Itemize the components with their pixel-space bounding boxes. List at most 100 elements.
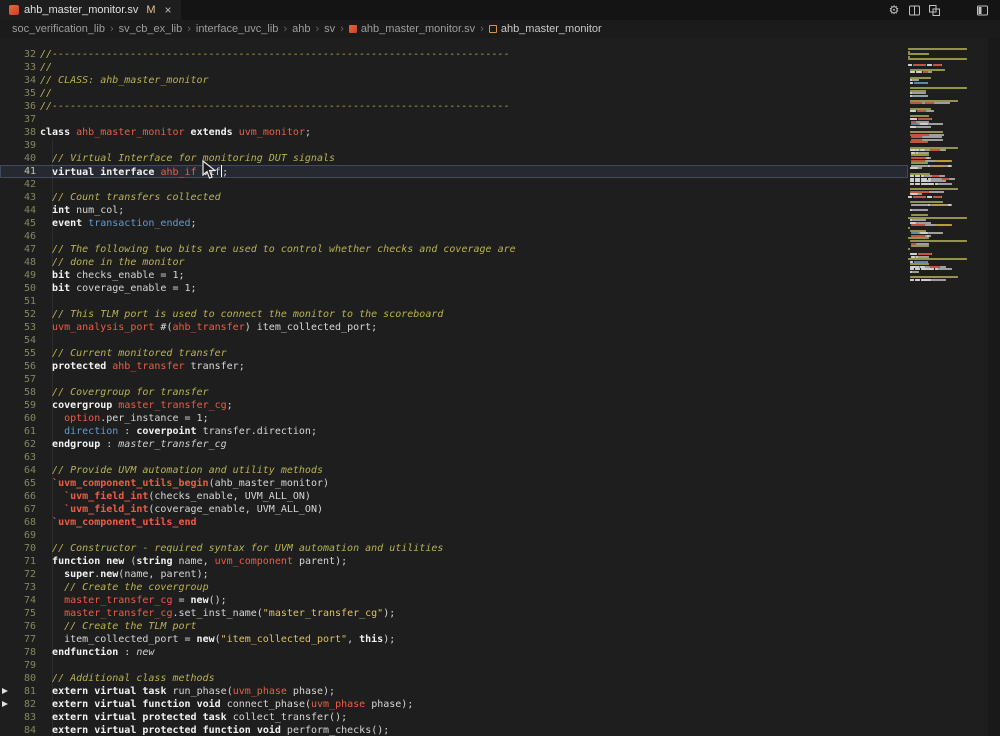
code-line[interactable]: 70 // Constructor - required syntax for … [0,542,908,555]
code-line[interactable]: 33// [0,61,908,74]
line-number[interactable]: 76 [0,620,36,633]
line-number[interactable]: 41 [0,165,36,178]
line-number[interactable]: 57 [0,373,36,386]
line-number[interactable]: 65 [0,477,36,490]
line-number[interactable]: 40 [0,152,36,165]
customize-layout-icon[interactable] [972,0,992,20]
code-line[interactable]: 78 endfunction : new [0,646,908,659]
line-number[interactable]: 84 [0,724,36,736]
code-line[interactable]: 71 function new (string name, uvm_compon… [0,555,908,568]
line-number[interactable]: 59 [0,399,36,412]
code-line[interactable]: 43 // Count transfers collected [0,191,908,204]
line-number[interactable]: 44 [0,204,36,217]
breadcrumb-item-ahb[interactable]: ahb [290,23,312,35]
code-line[interactable]: 84 extern virtual protected function voi… [0,724,908,736]
code-line[interactable]: 59 covergroup master_transfer_cg; [0,399,908,412]
line-number[interactable]: 53 [0,321,36,334]
code-line[interactable]: 83 extern virtual protected task collect… [0,711,908,724]
line-number[interactable]: 48 [0,256,36,269]
code-line[interactable]: 47 // The following two bits are used to… [0,243,908,256]
line-number[interactable]: 46 [0,230,36,243]
line-number[interactable]: 49 [0,269,36,282]
code-area[interactable]: 32//------------------------------------… [0,38,908,736]
tab-ahb-master-monitor[interactable]: ahb_master_monitor.sv M × [0,0,181,20]
code-line[interactable]: 65 `uvm_component_utils_begin(ahb_master… [0,477,908,490]
code-line[interactable]: 82 extern virtual function void connect_… [0,698,908,711]
code-line[interactable]: 79 [0,659,908,672]
code-line[interactable]: 40 // Virtual Interface for monitoring D… [0,152,908,165]
editor-pane[interactable]: 32//------------------------------------… [0,38,1000,736]
line-number[interactable]: 81 [0,685,36,698]
line-number[interactable]: 74 [0,594,36,607]
code-line[interactable]: 81 extern virtual task run_phase(uvm_pha… [0,685,908,698]
code-line[interactable]: 76 // Create the TLM port [0,620,908,633]
line-number[interactable]: 82 [0,698,36,711]
line-number[interactable]: 60 [0,412,36,425]
line-number[interactable]: 54 [0,334,36,347]
code-line[interactable]: 44 int num_col; [0,204,908,217]
code-line[interactable]: 72 super.new(name, parent); [0,568,908,581]
split-editor-icon[interactable] [904,0,924,20]
vertical-scrollbar[interactable] [988,38,1000,736]
settings-gear-icon[interactable]: ⚙ [884,0,904,20]
minimap[interactable] [908,48,986,281]
code-line[interactable]: 61 direction : coverpoint transfer.direc… [0,425,908,438]
breadcrumb-item-soc-verification-lib[interactable]: soc_verification_lib [10,23,107,35]
line-number[interactable]: 68 [0,516,36,529]
code-line[interactable]: 37 [0,113,908,126]
line-number[interactable]: 83 [0,711,36,724]
code-line[interactable]: 34// CLASS: ahb_master_monitor [0,74,908,87]
breadcrumb-item-interface-uvc-lib[interactable]: interface_uvc_lib [194,23,281,35]
code-line[interactable]: 38class ahb_master_monitor extends uvm_m… [0,126,908,139]
code-line[interactable]: 32//------------------------------------… [0,48,908,61]
code-line[interactable]: 53 uvm_analysis_port #(ahb_transfer) ite… [0,321,908,334]
line-number[interactable]: 43 [0,191,36,204]
code-line[interactable]: 50 bit coverage_enable = 1; [0,282,908,295]
line-number[interactable]: 37 [0,113,36,126]
line-number[interactable]: 72 [0,568,36,581]
line-number[interactable]: 56 [0,360,36,373]
line-number[interactable]: 38 [0,126,36,139]
line-number[interactable]: 33 [0,61,36,74]
code-line[interactable]: 51 [0,295,908,308]
line-number[interactable]: 64 [0,464,36,477]
line-number[interactable]: 75 [0,607,36,620]
code-line[interactable]: 49 bit checks_enable = 1; [0,269,908,282]
code-line[interactable]: 58 // Covergroup for transfer [0,386,908,399]
code-line[interactable]: 42 [0,178,908,191]
code-line[interactable]: 46 [0,230,908,243]
line-number[interactable]: 36 [0,100,36,113]
line-number[interactable]: 63 [0,451,36,464]
line-number[interactable]: 35 [0,87,36,100]
code-line[interactable]: 73 // Create the covergroup [0,581,908,594]
breadcrumb-item-sv-cb-ex-lib[interactable]: sv_cb_ex_lib [117,23,185,35]
code-line[interactable]: 75 master_transfer_cg.set_inst_name("mas… [0,607,908,620]
line-number[interactable]: 73 [0,581,36,594]
code-line[interactable]: 54 [0,334,908,347]
code-line[interactable]: 35// [0,87,908,100]
line-number[interactable]: 45 [0,217,36,230]
code-line[interactable]: 48 // done in the monitor [0,256,908,269]
line-number[interactable]: 77 [0,633,36,646]
tab-close-icon[interactable]: × [165,3,172,17]
code-line[interactable]: 69 [0,529,908,542]
line-number[interactable]: 32 [0,48,36,61]
code-line[interactable]: 62 endgroup : master_transfer_cg [0,438,908,451]
line-number[interactable]: 47 [0,243,36,256]
line-number[interactable]: 80 [0,672,36,685]
line-number[interactable]: 70 [0,542,36,555]
line-number[interactable]: 62 [0,438,36,451]
code-line[interactable]: 55 // Current monitored transfer [0,347,908,360]
code-line[interactable]: 36//------------------------------------… [0,100,908,113]
code-line[interactable]: 64 // Provide UVM automation and utility… [0,464,908,477]
line-number[interactable]: 61 [0,425,36,438]
line-number[interactable]: 51 [0,295,36,308]
line-number[interactable]: 39 [0,139,36,152]
line-number[interactable]: 79 [0,659,36,672]
code-line[interactable]: 67 `uvm_field_int(coverage_enable, UVM_A… [0,503,908,516]
code-line[interactable]: 45 event transaction_ended; [0,217,908,230]
breadcrumb-item-ahb-master-monitor[interactable]: ahb_master_monitor [487,23,604,35]
code-line[interactable]: 60 option.per_instance = 1; [0,412,908,425]
line-number[interactable]: 69 [0,529,36,542]
code-line[interactable]: 39 [0,139,908,152]
